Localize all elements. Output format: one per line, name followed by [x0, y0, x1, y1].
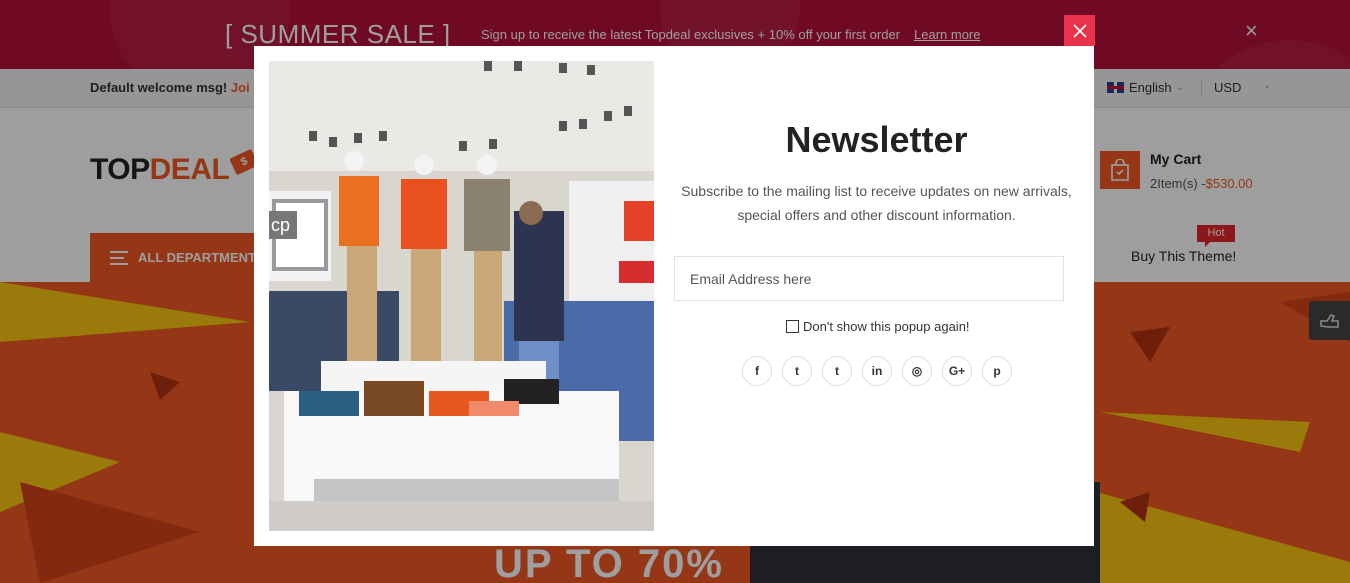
facebook-icon[interactable]: f [742, 356, 772, 386]
newsletter-title: Newsletter [785, 119, 968, 160]
dont-show-label: Don't show this popup again! [803, 319, 970, 334]
dont-show-checkbox[interactable]: Don't show this popup again! [786, 319, 970, 334]
social-links: f t t in ◎ G+ p [742, 356, 1012, 386]
checkbox-box[interactable] [786, 320, 799, 333]
twitter-icon[interactable]: t [782, 356, 812, 386]
pinterest-icon[interactable]: p [982, 356, 1012, 386]
newsletter-modal: cp Newsletter Subscribe to the mailing l… [254, 46, 1094, 546]
instagram-icon[interactable]: ◎ [902, 356, 932, 386]
email-field[interactable] [674, 256, 1064, 301]
google-plus-icon[interactable]: G+ [942, 356, 972, 386]
modal-close-button[interactable] [1064, 15, 1095, 46]
close-icon [1072, 23, 1087, 38]
tumblr-icon[interactable]: t [822, 356, 852, 386]
linkedin-icon[interactable]: in [862, 356, 892, 386]
newsletter-description: Subscribe to the mailing list to receive… [681, 183, 1072, 223]
store-photo: cp [269, 61, 654, 531]
store-sign-text: cp [271, 215, 290, 235]
store-photo-illustration: cp [269, 61, 654, 531]
